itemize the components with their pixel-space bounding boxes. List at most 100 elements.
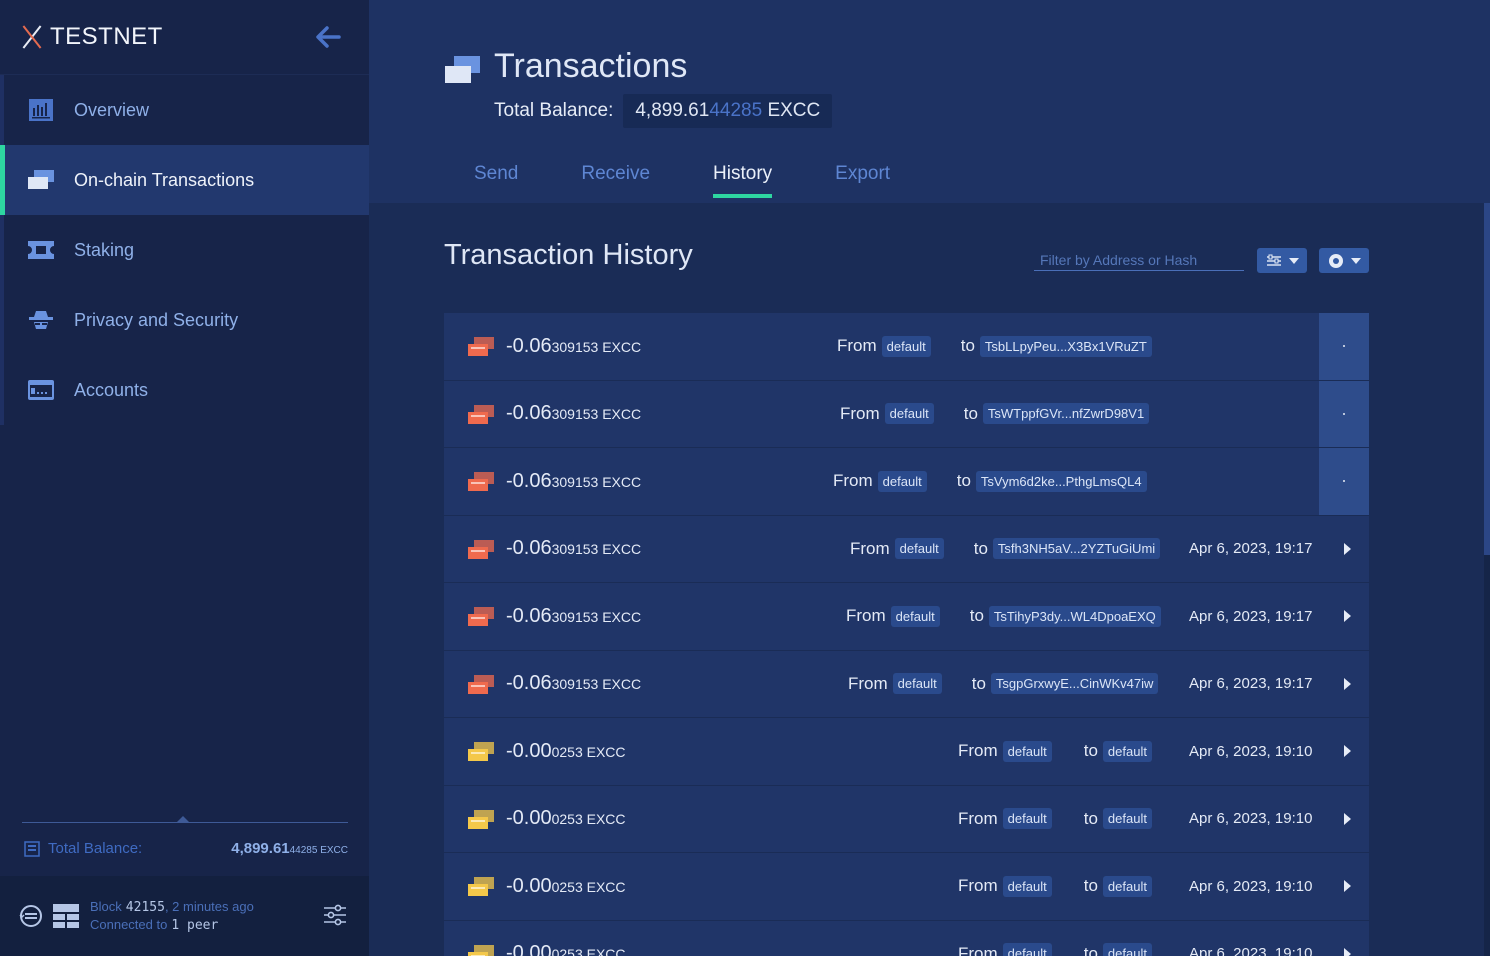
total-balance-value: 4,899.6144285 EXCC bbox=[623, 94, 833, 128]
tab-receive[interactable]: Receive bbox=[581, 163, 650, 195]
tab-bar: Send Receive History Export bbox=[474, 163, 953, 198]
chevron-right-icon[interactable] bbox=[1344, 745, 1351, 758]
tab-history[interactable]: History bbox=[713, 163, 773, 198]
from-account-tag: default bbox=[1002, 740, 1052, 762]
tx-route: From default to TsWTppfGVr...nfZwrD98V1 bbox=[840, 403, 1150, 425]
tx-date: Apr 6, 2023, 19:17 bbox=[1189, 675, 1313, 693]
transaction-row[interactable]: -0.000253 EXCC From default to default Apr 6,… bbox=[444, 853, 1369, 921]
from-account-tag: default bbox=[890, 605, 940, 627]
logo-x-icon bbox=[20, 25, 44, 49]
chevron-right-icon[interactable] bbox=[1344, 880, 1351, 893]
sidebar-item-label: On-chain Transactions bbox=[74, 169, 255, 190]
sent-tx-icon bbox=[468, 539, 494, 559]
type-filter-dropdown-button[interactable] bbox=[1319, 248, 1369, 273]
section-title: Transaction History bbox=[444, 239, 693, 271]
tx-route: From default to TsgpGrxwyE...CinWKv47iw bbox=[848, 673, 1159, 695]
tx-amount: -0.06309153 EXCC bbox=[506, 335, 641, 358]
tx-amount-small: 309153 EXCC bbox=[551, 473, 642, 490]
sidebar-menu: Overview On-chain Transactions Staking P… bbox=[0, 75, 369, 425]
pending-dot-icon bbox=[1343, 345, 1345, 348]
sync-icon bbox=[19, 905, 42, 927]
transactions-icon bbox=[28, 169, 54, 191]
logo-text: TESTNET bbox=[50, 23, 163, 50]
tab-export[interactable]: Export bbox=[835, 163, 890, 195]
sidebar-balance-label: Total Balance: bbox=[48, 840, 143, 857]
from-account-tag: default bbox=[1002, 875, 1052, 897]
to-address-tag: default bbox=[1102, 875, 1152, 897]
self-tx-icon bbox=[468, 809, 494, 829]
to-address-tag: default bbox=[1102, 943, 1152, 956]
tx-amount-main: -0.00 bbox=[506, 874, 552, 897]
sidebar-balance-value: 4,899.6144285 EXCC bbox=[231, 840, 348, 857]
sent-tx-icon bbox=[468, 337, 494, 356]
tx-amount: -0.06309153 EXCC bbox=[506, 470, 641, 493]
chevron-right-icon[interactable] bbox=[1344, 542, 1351, 555]
from-label: From bbox=[837, 336, 877, 356]
sidebar-item-accounts[interactable]: Accounts bbox=[0, 355, 369, 425]
transaction-row[interactable]: -0.000253 EXCC From default to default Apr 6,… bbox=[444, 718, 1369, 786]
sidebar-item-on-chain-transactions[interactable]: On-chain Transactions bbox=[0, 145, 369, 215]
tx-amount-main: -0.06 bbox=[506, 672, 552, 695]
tx-amount: -0.06309153 EXCC bbox=[506, 672, 641, 695]
chevron-right-icon[interactable] bbox=[1344, 947, 1351, 956]
tx-route: From default to Tsfh3NH5aV...2YZTuGiUmi bbox=[850, 538, 1161, 560]
chevron-right-icon[interactable] bbox=[1344, 812, 1351, 825]
chevron-right-icon[interactable] bbox=[1344, 677, 1351, 690]
transaction-row[interactable]: -0.000253 EXCC From default to default Apr 6,… bbox=[444, 920, 1369, 956]
blocks-icon bbox=[53, 904, 79, 928]
total-balance-label: Total Balance: bbox=[494, 100, 614, 121]
scrollbar[interactable] bbox=[1484, 203, 1490, 956]
total-balance-unit: EXCC bbox=[762, 100, 821, 121]
tx-amount-small: 0253 EXCC bbox=[551, 811, 626, 828]
tx-amount-main: -0.06 bbox=[506, 469, 552, 492]
to-label: to bbox=[1083, 808, 1098, 828]
to-address-tag: default bbox=[1102, 808, 1152, 830]
to-label: to bbox=[960, 336, 975, 356]
sidebar-item-staking[interactable]: Staking bbox=[0, 215, 369, 285]
from-label: From bbox=[833, 471, 873, 491]
expand-balance-caret[interactable] bbox=[177, 816, 189, 822]
block-time: , 2 minutes ago bbox=[164, 899, 254, 914]
to-label: to bbox=[971, 673, 986, 693]
transaction-row[interactable]: -0.06309153 EXCC From default to TsTihyP3dy.… bbox=[444, 583, 1369, 651]
filter-input[interactable] bbox=[1034, 249, 1244, 271]
transaction-row[interactable]: -0.06309153 EXCC From default to TsgpGrxwyE.… bbox=[444, 650, 1369, 718]
logo-row: TESTNET bbox=[0, 0, 369, 75]
to-address-tag: TsgpGrxwyE...CinWKv47iw bbox=[990, 673, 1159, 695]
to-label: to bbox=[1083, 741, 1098, 761]
sidebar-item-overview[interactable]: Overview bbox=[0, 75, 369, 145]
tx-date: Apr 6, 2023, 19:17 bbox=[1189, 607, 1313, 625]
transaction-row[interactable]: -0.06309153 EXCC From default to TsWTppfGVr.… bbox=[444, 380, 1369, 448]
chevron-down-icon bbox=[1288, 257, 1299, 264]
to-label: to bbox=[963, 403, 978, 423]
scrollbar-thumb[interactable] bbox=[1484, 203, 1490, 555]
wallet-icon bbox=[24, 840, 40, 857]
transaction-row[interactable]: -0.06309153 EXCC From default to Tsfh3NH5aV.… bbox=[444, 515, 1369, 583]
tx-amount: -0.06309153 EXCC bbox=[506, 605, 641, 628]
settings-button[interactable] bbox=[323, 904, 347, 931]
pending-dot-icon bbox=[1343, 412, 1345, 415]
tx-amount: -0.06309153 EXCC bbox=[506, 402, 641, 425]
sidebar-item-label: Overview bbox=[74, 99, 150, 120]
from-label: From bbox=[958, 943, 998, 956]
tab-send[interactable]: Send bbox=[474, 163, 518, 195]
tx-date: Apr 6, 2023, 19:10 bbox=[1189, 945, 1313, 956]
from-label: From bbox=[958, 808, 998, 828]
sent-tx-icon bbox=[468, 674, 494, 694]
chevron-right-icon[interactable] bbox=[1344, 610, 1351, 623]
transaction-row[interactable]: -0.06309153 EXCC From default to TsbLLpyPeu.… bbox=[444, 313, 1369, 381]
collapse-sidebar-button[interactable] bbox=[313, 22, 343, 52]
sort-dropdown-button[interactable] bbox=[1257, 248, 1307, 273]
tx-amount-main: -0.06 bbox=[506, 537, 552, 560]
to-address-tag: TsbLLpyPeu...X3Bx1VRuZT bbox=[979, 335, 1152, 357]
from-label: From bbox=[958, 741, 998, 761]
from-account-tag: default bbox=[892, 673, 942, 695]
to-address-tag: Tsfh3NH5aV...2YZTuGiUmi bbox=[992, 538, 1161, 560]
tx-amount-small: 309153 EXCC bbox=[551, 406, 642, 423]
self-tx-icon bbox=[468, 877, 494, 896]
sidebar-item-privacy-and-security[interactable]: Privacy and Security bbox=[0, 285, 369, 355]
transaction-row[interactable]: -0.000253 EXCC From default to default Apr 6,… bbox=[444, 785, 1369, 853]
sent-tx-icon bbox=[468, 404, 494, 424]
transaction-row[interactable]: -0.06309153 EXCC From default to TsVym6d2ke.… bbox=[444, 448, 1369, 516]
main-content: Transaction History -0.06309153 EXCCFrom… bbox=[369, 203, 1490, 956]
